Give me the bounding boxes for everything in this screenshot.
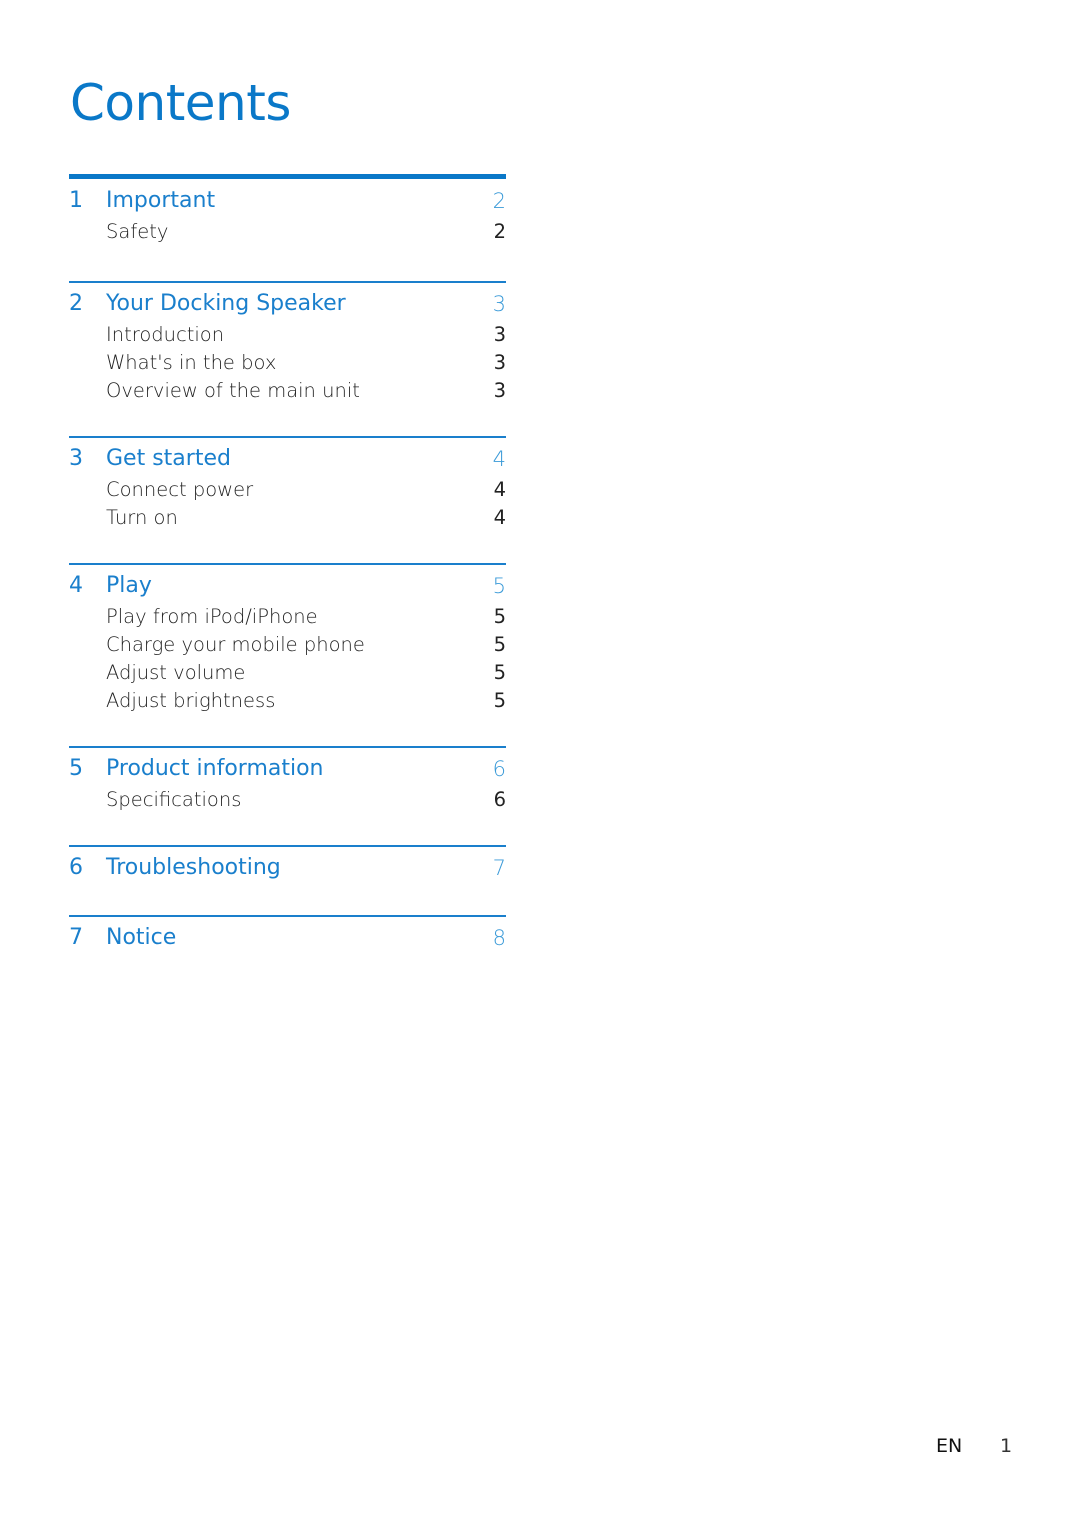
toc-heading[interactable]: 4 Play 5 bbox=[69, 569, 506, 603]
section-number: 6 bbox=[69, 855, 83, 880]
toc-entry[interactable]: What's in the box 3 bbox=[69, 349, 506, 377]
toc-heading[interactable]: 3 Get started 4 bbox=[69, 442, 506, 476]
toc-entry[interactable]: Play from iPod/iPhone 5 bbox=[69, 603, 506, 631]
entry-title: Adjust brightness bbox=[106, 689, 276, 712]
entry-title: Safety bbox=[106, 220, 169, 243]
toc-heading[interactable]: 7 Notice 8 bbox=[69, 921, 506, 955]
toc-entry[interactable]: Safety 2 bbox=[69, 218, 506, 246]
toc-heading[interactable]: 1 Important 2 bbox=[69, 184, 506, 218]
section-page: 8 bbox=[492, 926, 506, 950]
toc-entry[interactable]: Specifications 6 bbox=[69, 786, 506, 814]
toc-section: 7 Notice 8 bbox=[69, 915, 506, 955]
section-page: 6 bbox=[492, 757, 506, 781]
toc-entry[interactable]: Introduction 3 bbox=[69, 321, 506, 349]
toc-section: 3 Get started 4 Connect power 4 Turn on 4 bbox=[69, 436, 506, 532]
toc-section: 2 Your Docking Speaker 3 Introduction 3 What'… bbox=[69, 281, 506, 405]
footer-language: EN bbox=[936, 1435, 963, 1457]
entry-title: What's in the box bbox=[106, 351, 277, 374]
section-title: Your Docking Speaker bbox=[106, 291, 346, 316]
entry-page: 3 bbox=[493, 351, 506, 374]
entry-title: Introduction bbox=[106, 323, 225, 346]
toc-heading[interactable]: 6 Troubleshooting 7 bbox=[69, 851, 506, 885]
section-title: Important bbox=[106, 188, 216, 213]
entry-page: 4 bbox=[493, 506, 506, 529]
section-number: 5 bbox=[69, 756, 83, 781]
entry-title: Charge your mobile phone bbox=[106, 633, 365, 656]
section-title: Troubleshooting bbox=[106, 855, 281, 880]
entry-page: 5 bbox=[493, 633, 506, 656]
entry-page: 2 bbox=[493, 220, 506, 243]
toc-entry[interactable]: Charge your mobile phone 5 bbox=[69, 631, 506, 659]
section-number: 1 bbox=[69, 188, 83, 213]
entry-title: Overview of the main unit bbox=[106, 379, 360, 402]
entry-title: Play from iPod/iPhone bbox=[106, 605, 318, 628]
section-title: Play bbox=[106, 573, 152, 598]
section-number: 4 bbox=[69, 573, 83, 598]
entry-page: 4 bbox=[493, 478, 506, 501]
entry-page: 5 bbox=[493, 605, 506, 628]
entry-page: 5 bbox=[493, 689, 506, 712]
section-number: 3 bbox=[69, 446, 83, 471]
toc-entry[interactable]: Turn on 4 bbox=[69, 504, 506, 532]
section-title: Product information bbox=[106, 756, 324, 781]
toc-entry[interactable]: Adjust brightness 5 bbox=[69, 687, 506, 715]
entry-page: 3 bbox=[493, 379, 506, 402]
entry-title: Specifications bbox=[106, 788, 242, 811]
section-page: 4 bbox=[492, 447, 506, 471]
toc-entry[interactable]: Adjust volume 5 bbox=[69, 659, 506, 687]
toc-section: 5 Product information 6 Specifications 6 bbox=[69, 746, 506, 814]
section-number: 2 bbox=[69, 291, 83, 316]
entry-title: Connect power bbox=[106, 478, 254, 501]
entry-title: Adjust volume bbox=[106, 661, 246, 684]
section-page: 3 bbox=[492, 292, 506, 316]
toc-section: 4 Play 5 Play from iPod/iPhone 5 Charge your … bbox=[69, 563, 506, 715]
page-title: Contents bbox=[70, 74, 291, 132]
toc-section: 6 Troubleshooting 7 bbox=[69, 845, 506, 885]
section-title: Get started bbox=[106, 446, 231, 471]
section-title: Notice bbox=[106, 925, 177, 950]
footer-page-number: 1 bbox=[1000, 1435, 1013, 1457]
toc-entry[interactable]: Overview of the main unit 3 bbox=[69, 377, 506, 405]
toc-heading[interactable]: 2 Your Docking Speaker 3 bbox=[69, 287, 506, 321]
section-page: 5 bbox=[492, 574, 506, 598]
entry-title: Turn on bbox=[106, 506, 178, 529]
entry-page: 3 bbox=[493, 323, 506, 346]
section-number: 7 bbox=[69, 925, 83, 950]
entry-page: 6 bbox=[493, 788, 506, 811]
toc-heading[interactable]: 5 Product information 6 bbox=[69, 752, 506, 786]
entry-page: 5 bbox=[493, 661, 506, 684]
section-page: 2 bbox=[492, 189, 506, 213]
toc-section: 1 Important 2 Safety 2 bbox=[69, 174, 506, 246]
toc-entry[interactable]: Connect power 4 bbox=[69, 476, 506, 504]
section-page: 7 bbox=[492, 856, 506, 880]
